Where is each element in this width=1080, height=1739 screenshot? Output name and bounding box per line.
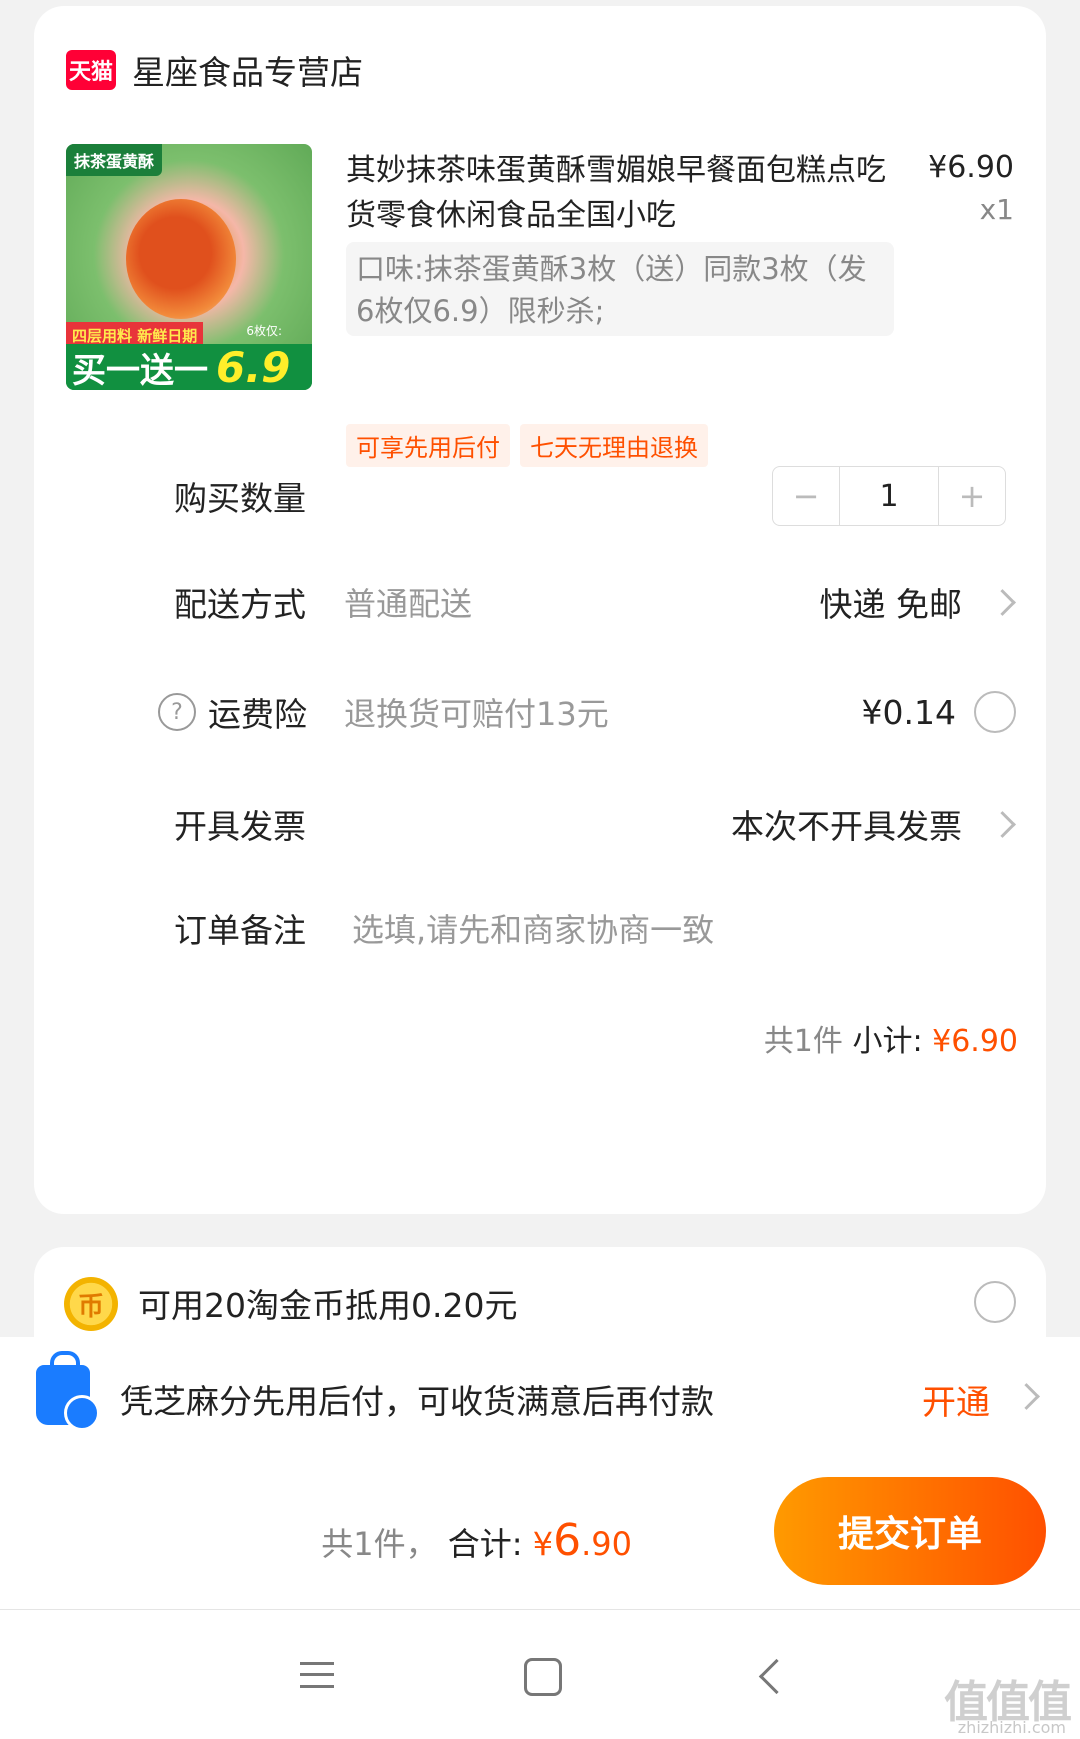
insurance-desc: 退换货可赔付13元 xyxy=(344,695,609,733)
order-card: 天猫 星座食品专营店 抹茶蛋黄酥 四层用料 新鲜日期 6枚仅: 买一送一 6.9… xyxy=(34,6,1046,1214)
badge-return-7day: 七天无理由退换 xyxy=(520,424,708,467)
insurance-radio[interactable] xyxy=(974,691,1016,733)
total-count: 共1件， xyxy=(321,1525,438,1563)
store-header[interactable]: 天猫 星座食品专营店 xyxy=(66,46,363,94)
checkout-bar: 共1件， 合计: ¥6.90 提交订单 xyxy=(0,1457,1080,1609)
shopping-bag-icon xyxy=(36,1351,100,1431)
insurance-price: ¥0.14 xyxy=(861,692,956,732)
subtotal-label: 小计: xyxy=(852,1024,923,1059)
order-note-label: 订单备注 xyxy=(174,911,306,950)
submit-order-button[interactable]: 提交订单 xyxy=(774,1477,1046,1585)
delivery-method: 普通配送 xyxy=(344,585,473,623)
thumbnail-pastry-image xyxy=(126,199,236,319)
service-badges: 可享先用后付 七天无理由退换 xyxy=(346,424,708,467)
credit-pay-later-bar[interactable]: 凭芝麻分先用后付，可收货满意后再付款 开通 xyxy=(0,1337,1080,1457)
total-amount-dec: .90 xyxy=(581,1525,632,1563)
row-delivery[interactable]: 配送方式 普通配送 快递 免邮 xyxy=(34,572,1046,632)
total-line: 共1件， 合计: ¥6.90 xyxy=(321,1515,632,1566)
invoice-value: 本次不开具发票 xyxy=(731,807,962,846)
menu-icon[interactable] xyxy=(300,1662,334,1688)
total-label: 合计: xyxy=(447,1525,523,1563)
quantity-minus-button[interactable]: − xyxy=(773,467,839,525)
coin-radio[interactable] xyxy=(974,1281,1016,1323)
thumbnail-promo-price: 6.9 xyxy=(216,342,291,391)
thumbnail-promo: 买一送一 6.9 xyxy=(66,342,312,391)
product-price-block: ¥6.90 x1 xyxy=(928,150,1014,226)
subtotal-amount: ¥6.90 xyxy=(932,1024,1018,1059)
delivery-value: 快递 免邮 xyxy=(819,585,963,624)
quantity-stepper: − 1 + xyxy=(772,466,1006,526)
chevron-right-icon xyxy=(1013,1383,1040,1410)
product-unit-price: ¥6.90 xyxy=(928,150,1014,185)
subtotal: 共1件 小计: ¥6.90 xyxy=(764,1016,1018,1060)
product-qty: x1 xyxy=(979,193,1014,226)
delivery-label: 配送方式 xyxy=(174,585,306,624)
quantity-input[interactable]: 1 xyxy=(839,467,939,525)
thumbnail-promo-text: 买一送一 xyxy=(72,350,208,391)
system-nav-bar: 值值值 zhizhizhi.com xyxy=(0,1609,1080,1739)
insurance-label: 运费险 xyxy=(208,695,307,734)
total-amount: ¥6.90 xyxy=(532,1515,632,1566)
subtotal-count: 共1件 xyxy=(763,1024,843,1059)
help-icon[interactable]: ? xyxy=(158,693,196,731)
taobao-coin-icon: 币 xyxy=(64,1277,118,1331)
row-invoice[interactable]: 开具发票 本次不开具发票 xyxy=(34,794,1046,854)
back-icon[interactable] xyxy=(758,1658,795,1695)
store-name[interactable]: 星座食品专营店 xyxy=(132,46,363,94)
credit-open-button[interactable]: 开通 xyxy=(922,1375,990,1424)
row-quantity: 购买数量 − 1 + xyxy=(34,466,1046,526)
thumbnail-small-label: 6枚仅: xyxy=(246,324,282,338)
home-icon[interactable] xyxy=(524,1658,562,1696)
quantity-label: 购买数量 xyxy=(174,479,306,518)
chevron-right-icon xyxy=(989,588,1016,616)
coin-text: 可用20淘金币抵用0.20元 xyxy=(138,1286,518,1325)
total-amount-int: 6 xyxy=(553,1515,582,1566)
invoice-label: 开具发票 xyxy=(174,807,306,846)
product-title[interactable]: 其妙抹茶味蛋黄酥雪媚娘早餐面包糕点吃货零食休闲食品全国小吃 xyxy=(346,148,886,238)
thumbnail-tag: 抹茶蛋黄酥 xyxy=(66,144,163,176)
badge-pay-later: 可享先用后付 xyxy=(346,424,510,467)
tmall-logo: 天猫 xyxy=(66,50,116,90)
credit-text: 凭芝麻分先用后付，可收货满意后再付款 xyxy=(120,1382,714,1421)
product-spec[interactable]: 口味:抹茶蛋黄酥3枚（送）同款3枚（发6枚仅6.9）限秒杀; xyxy=(346,242,894,336)
chevron-right-icon xyxy=(989,810,1016,838)
row-order-note: 订单备注 选填,请先和商家协商一致 xyxy=(34,898,1046,958)
product-thumbnail[interactable]: 抹茶蛋黄酥 四层用料 新鲜日期 6枚仅: 买一送一 6.9 xyxy=(66,144,312,390)
total-currency: ¥ xyxy=(532,1525,554,1563)
row-shipping-insurance: ? 运费险 退换货可赔付13元 ¥0.14 xyxy=(34,682,1046,742)
quantity-plus-button[interactable]: + xyxy=(939,467,1005,525)
watermark-url: zhizhizhi.com xyxy=(957,1718,1066,1737)
order-note-input[interactable]: 选填,请先和商家协商一致 xyxy=(352,905,714,951)
